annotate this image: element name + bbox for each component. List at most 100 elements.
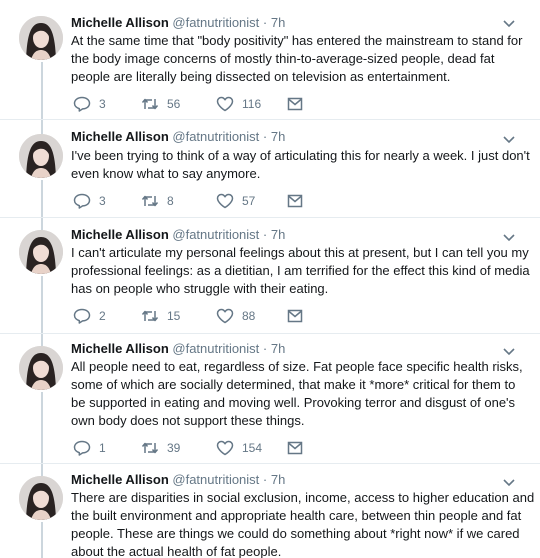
- like-button[interactable]: 88: [216, 307, 255, 325]
- chevron-down-icon[interactable]: [502, 132, 516, 146]
- tweet-text: At the same time that "body positivity" …: [71, 32, 523, 86]
- direct-message-button[interactable]: [287, 192, 303, 210]
- tweet-text-line: people are literally being dissected on …: [71, 69, 451, 84]
- reply-button[interactable]: 3: [73, 192, 106, 210]
- author-handle[interactable]: @fatnutritionist: [172, 341, 259, 356]
- like-icon: [216, 96, 234, 112]
- retweet-icon: [141, 98, 159, 110]
- thread-connector: [41, 62, 43, 120]
- reply-icon: [73, 308, 91, 324]
- like-icon: [216, 193, 234, 209]
- separator-dot: ·: [262, 15, 268, 30]
- tweet-text-line: has on people who struggle with their ea…: [71, 281, 329, 296]
- tweet-3[interactable]: Michelle Allison @fatnutritionist · 7h I…: [0, 218, 540, 334]
- retweet-icon: [141, 195, 159, 207]
- tweet-4[interactable]: Michelle Allison @fatnutritionist · 7h A…: [0, 334, 540, 464]
- avatar[interactable]: [19, 346, 63, 390]
- like-button[interactable]: 154: [216, 439, 262, 457]
- chevron-down-icon[interactable]: [502, 344, 516, 358]
- chevron-down-icon[interactable]: [502, 16, 516, 30]
- chevron-down-icon[interactable]: [502, 475, 516, 489]
- author-name[interactable]: Michelle Allison: [71, 15, 169, 30]
- thread-connector: [41, 392, 43, 464]
- like-count: 116: [242, 97, 262, 111]
- tweet-text-line: the body image concerns of mostly thin-t…: [71, 51, 495, 66]
- direct-message-icon: [287, 194, 303, 208]
- separator-dot: ·: [262, 341, 268, 356]
- avatar[interactable]: [19, 476, 63, 520]
- direct-message-button[interactable]: [287, 95, 303, 113]
- thread-connector: [41, 464, 43, 476]
- separator-dot: ·: [262, 129, 268, 144]
- thread-connector: [41, 522, 43, 558]
- author-name[interactable]: Michelle Allison: [71, 472, 169, 487]
- reply-count: 1: [99, 441, 106, 455]
- direct-message-button[interactable]: [287, 439, 303, 457]
- separator-dot: ·: [262, 227, 268, 242]
- reply-count: 3: [99, 194, 106, 208]
- timestamp[interactable]: 7h: [271, 341, 285, 356]
- tweet-header: Michelle Allison @fatnutritionist · 7h: [71, 471, 285, 489]
- tweet-text-line: At the same time that "body positivity" …: [71, 33, 523, 48]
- tweet-text-line: some of which are socially determined, t…: [71, 377, 516, 392]
- tweet-text-line: about the actual health of fat people.: [71, 544, 282, 558]
- reply-icon: [73, 440, 91, 456]
- avatar[interactable]: [19, 16, 63, 60]
- timestamp[interactable]: 7h: [271, 129, 285, 144]
- like-button[interactable]: 57: [216, 192, 255, 210]
- tweet-5[interactable]: Michelle Allison @fatnutritionist · 7h T…: [0, 464, 540, 558]
- tweet-text: All people need to eat, regardless of si…: [71, 358, 523, 430]
- timestamp[interactable]: 7h: [271, 15, 285, 30]
- author-handle[interactable]: @fatnutritionist: [172, 227, 259, 242]
- tweet-1[interactable]: Michelle Allison @fatnutritionist · 7h A…: [0, 0, 540, 120]
- retweet-count: 56: [167, 97, 181, 111]
- thread-connector: [41, 218, 43, 230]
- author-handle[interactable]: @fatnutritionist: [172, 129, 259, 144]
- tweet-header: Michelle Allison @fatnutritionist · 7h: [71, 226, 285, 244]
- retweet-button[interactable]: 15: [141, 307, 180, 325]
- reply-button[interactable]: 3: [73, 95, 106, 113]
- tweet-text-line: There are disparities in social exclusio…: [71, 490, 535, 505]
- retweet-button[interactable]: 39: [141, 439, 180, 457]
- retweet-button[interactable]: 8: [141, 192, 174, 210]
- like-button[interactable]: 116: [216, 95, 261, 113]
- separator-dot: ·: [262, 472, 268, 487]
- retweet-button[interactable]: 56: [141, 95, 180, 113]
- thread-connector: [41, 120, 43, 134]
- like-count: 57: [242, 194, 256, 208]
- direct-message-button[interactable]: [287, 307, 303, 325]
- thread-connector: [41, 276, 43, 334]
- reply-icon: [73, 96, 91, 112]
- reply-button[interactable]: 1: [73, 439, 106, 457]
- timestamp[interactable]: 7h: [271, 472, 285, 487]
- reply-count: 3: [99, 97, 106, 111]
- tweet-text-line: I can't articulate my personal feelings …: [71, 245, 529, 260]
- avatar[interactable]: [19, 230, 63, 274]
- author-name[interactable]: Michelle Allison: [71, 227, 169, 242]
- like-count: 88: [242, 309, 256, 323]
- chevron-down-icon[interactable]: [502, 230, 516, 244]
- avatar[interactable]: [19, 134, 63, 178]
- retweet-count: 8: [167, 194, 174, 208]
- timestamp[interactable]: 7h: [271, 227, 285, 242]
- reply-button[interactable]: 2: [73, 307, 106, 325]
- like-icon: [216, 440, 234, 456]
- retweet-count: 15: [167, 309, 181, 323]
- reply-icon: [73, 193, 91, 209]
- retweet-icon: [141, 442, 159, 454]
- author-name[interactable]: Michelle Allison: [71, 129, 169, 144]
- author-handle[interactable]: @fatnutritionist: [172, 472, 259, 487]
- tweet-thread: Michelle Allison @fatnutritionist · 7h A…: [0, 0, 540, 558]
- tweet-text-line: even know what to say anymore.: [71, 166, 261, 181]
- author-name[interactable]: Michelle Allison: [71, 341, 169, 356]
- tweet-header: Michelle Allison @fatnutritionist · 7h: [71, 128, 285, 146]
- direct-message-icon: [287, 97, 303, 111]
- thread-connector: [41, 180, 43, 218]
- tweet-header: Michelle Allison @fatnutritionist · 7h: [71, 14, 285, 32]
- direct-message-icon: [287, 441, 303, 455]
- tweet-2[interactable]: Michelle Allison @fatnutritionist · 7h I…: [0, 120, 540, 218]
- tweet-text-line: people. These are things we could do som…: [71, 526, 520, 541]
- reply-count: 2: [99, 309, 106, 323]
- direct-message-icon: [287, 309, 303, 323]
- author-handle[interactable]: @fatnutritionist: [172, 15, 259, 30]
